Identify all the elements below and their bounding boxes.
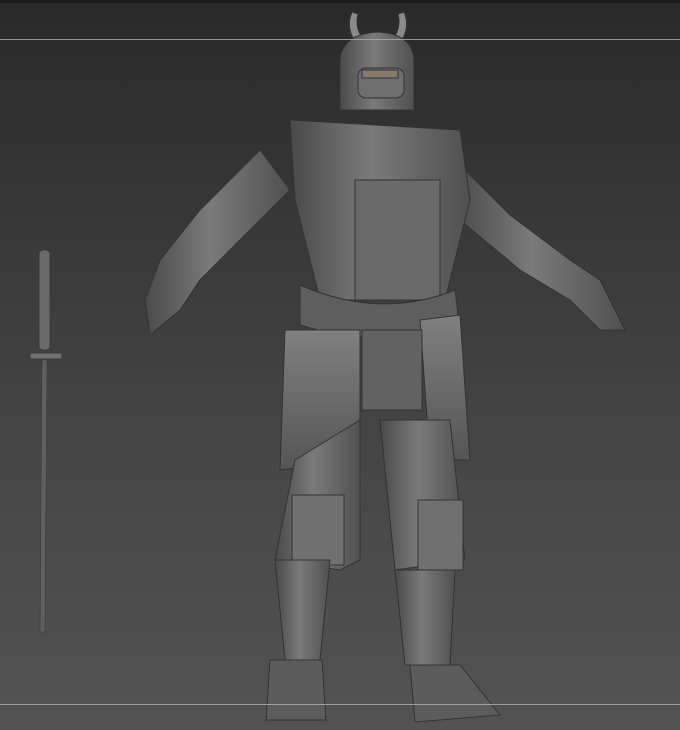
viewport-guide-line-top xyxy=(0,39,680,40)
viewport-guide-line-bottom xyxy=(0,704,680,705)
samurai-character-model xyxy=(144,11,626,723)
katana-model xyxy=(29,249,63,633)
sculpt-model[interactable] xyxy=(0,0,680,730)
3d-viewport-canvas[interactable] xyxy=(0,0,680,730)
